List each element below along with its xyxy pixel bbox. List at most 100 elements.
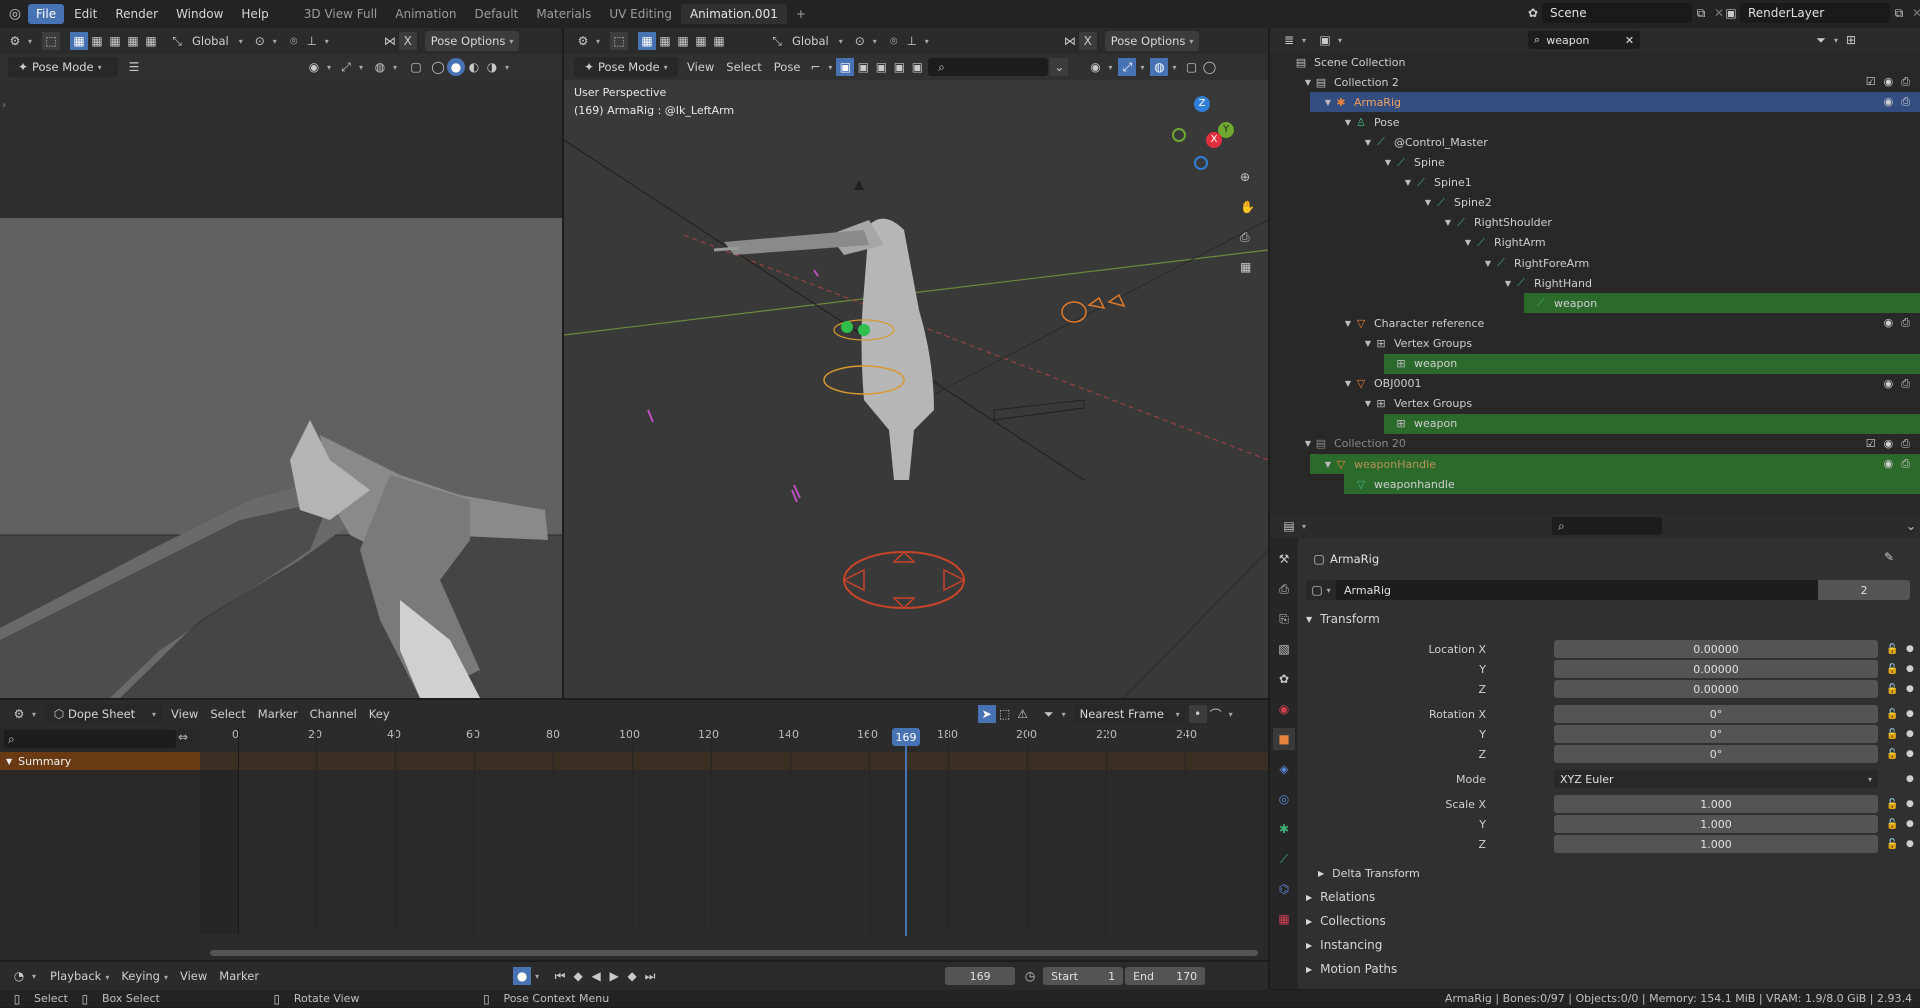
hamburger-icon[interactable]: ☰ bbox=[125, 58, 143, 76]
blender-logo-icon[interactable]: ◎ bbox=[6, 5, 24, 23]
user-count[interactable]: 2 bbox=[1818, 580, 1910, 600]
view-layer-name[interactable]: RenderLayer bbox=[1740, 3, 1890, 23]
material-shading-icon[interactable]: ◐ bbox=[465, 58, 483, 76]
orientation-dropdown[interactable]: Global bbox=[786, 34, 835, 48]
outliner-row[interactable]: ▼ ▽ OBJ0001 ◉ ⎙ bbox=[1270, 374, 1920, 394]
select-tool-icon[interactable]: ⬚ bbox=[42, 32, 61, 50]
menu-pose[interactable]: Pose bbox=[768, 60, 807, 74]
main-viewport[interactable]: ⚙ ▾ ⬚ ▦ ▦ ▦ ▦ ▦ ⤡ Global ▾ ⊙ ▾ ⌾ ⊥ ▾ ⋈ X Pos… bbox=[564, 28, 1268, 698]
filter-icon[interactable]: ▣ bbox=[872, 58, 890, 76]
menu-edit[interactable]: Edit bbox=[66, 4, 105, 24]
keyframe-dot-icon[interactable]: ● bbox=[1906, 799, 1914, 809]
horizontal-scrollbar[interactable] bbox=[210, 950, 1258, 956]
channel-search-input[interactable]: ⌕ bbox=[4, 730, 176, 748]
lock-icon[interactable]: 🔓 bbox=[1886, 819, 1898, 830]
outliner-row[interactable]: ▼ ⊞ Vertex Groups bbox=[1270, 333, 1920, 353]
render-layer-icon[interactable]: ▣ bbox=[1722, 4, 1740, 22]
expand-arrow-icon[interactable]: ▼ bbox=[1462, 238, 1474, 247]
jump-end-icon[interactable]: ⏭ bbox=[641, 967, 659, 985]
expand-arrow-icon[interactable]: ▼ bbox=[1302, 78, 1314, 87]
outliner-row[interactable]: ▼ ▤ Collection 20 ☑ ◉ ⎙ bbox=[1270, 434, 1920, 454]
filter-icon[interactable]: ▣ bbox=[890, 58, 908, 76]
outliner-row[interactable]: ▼ ⊞ Vertex Groups bbox=[1270, 394, 1920, 414]
expand-arrow-icon[interactable]: ▼ bbox=[1422, 198, 1434, 207]
checkbox-icon[interactable]: ☑ bbox=[1866, 437, 1876, 451]
expand-arrow-icon[interactable]: ▼ bbox=[1322, 460, 1334, 469]
workspace-tab-active[interactable]: Animation.001 bbox=[680, 4, 787, 24]
output-tab-icon[interactable]: ⎘ bbox=[1273, 608, 1295, 630]
keyframe-dot-icon[interactable]: ● bbox=[1906, 729, 1914, 739]
expand-arrow-icon[interactable]: ▼ bbox=[1342, 319, 1354, 328]
outliner-row[interactable]: ⟋ weapon bbox=[1270, 293, 1920, 314]
frame-ruler[interactable]: 0 20 40 60 80 100 120 140 160 180 200 22… bbox=[200, 728, 1268, 748]
outliner-row[interactable]: ▼ ✱ ArmaRig ◉ ⎙ bbox=[1270, 92, 1920, 113]
lock-icon[interactable]: 🔓 bbox=[1886, 839, 1898, 850]
object-tab-icon[interactable]: ■ bbox=[1273, 728, 1295, 750]
orientation-icon[interactable]: ⤡ bbox=[768, 32, 786, 50]
rotation-x-field[interactable]: 0° bbox=[1554, 705, 1878, 723]
rotation-mode-dropdown[interactable]: XYZ Euler ▾ bbox=[1554, 770, 1878, 788]
play-icon[interactable]: ▶ bbox=[605, 967, 623, 985]
select-mode-icon[interactable]: ▦ bbox=[710, 32, 728, 50]
texture-tab-icon[interactable]: ▦ bbox=[1273, 908, 1295, 930]
wireframe-shading-icon[interactable]: ◯ bbox=[1200, 58, 1218, 76]
expand-arrow-icon[interactable]: ▼ bbox=[1362, 339, 1374, 348]
gizmo-icon[interactable]: ⤢ bbox=[1118, 58, 1137, 76]
prev-keyframe-icon[interactable]: ◆ bbox=[569, 967, 587, 985]
eye-icon[interactable]: ◉ bbox=[1884, 75, 1894, 89]
outliner-row[interactable]: ▼ ⟋ RightShoulder bbox=[1270, 213, 1920, 233]
bone-tab-icon[interactable]: ⟋ bbox=[1273, 848, 1295, 870]
outliner-row[interactable]: ▼ ⟋ Spine bbox=[1270, 153, 1920, 173]
select-mode-icon[interactable]: ▦ bbox=[124, 32, 142, 50]
editor-type-icon[interactable]: ≣ bbox=[1280, 31, 1298, 49]
eye-icon[interactable]: ◉ bbox=[1884, 457, 1894, 471]
filter-icon[interactable]: ▣ bbox=[836, 58, 855, 76]
proportional-icon[interactable]: • bbox=[1188, 705, 1207, 723]
menu-marker[interactable]: Marker bbox=[252, 707, 304, 721]
render-shading-icon[interactable]: ◑ bbox=[483, 58, 501, 76]
zoom-icon[interactable]: ⊕ bbox=[1240, 170, 1250, 184]
close-icon[interactable]: ✕ bbox=[1908, 4, 1920, 22]
expand-arrow-icon[interactable]: ▼ bbox=[1382, 158, 1394, 167]
filter-icon[interactable]: ⏷ bbox=[1812, 31, 1830, 49]
curve-icon[interactable]: ⌒ bbox=[1207, 705, 1225, 723]
xray-icon[interactable]: ▢ bbox=[407, 58, 425, 76]
lock-icon[interactable]: 🔓 bbox=[1886, 684, 1898, 695]
errors-icon[interactable]: ⚠ bbox=[1014, 705, 1032, 723]
menu-view[interactable]: View bbox=[681, 60, 720, 74]
scale-x-field[interactable]: 1.000 bbox=[1554, 795, 1878, 813]
location-y-field[interactable]: 0.00000 bbox=[1554, 660, 1878, 678]
workspace-tab[interactable]: Animation bbox=[386, 4, 465, 24]
outliner-row[interactable]: ▤ Scene Collection bbox=[1270, 52, 1920, 72]
menu-help[interactable]: Help bbox=[233, 4, 276, 24]
menu-window[interactable]: Window bbox=[168, 4, 231, 24]
new-collection-icon[interactable]: ⊞ bbox=[1842, 31, 1860, 49]
navigation-gizmo[interactable]: Z Y X bbox=[1164, 96, 1244, 176]
keyframe-dot-icon[interactable]: ● bbox=[1906, 749, 1914, 759]
workspace-tab[interactable]: Default bbox=[465, 4, 527, 24]
lock-icon[interactable]: 🔓 bbox=[1886, 799, 1898, 810]
snap-target-icon[interactable]: ⊥ bbox=[303, 32, 321, 50]
play-reverse-icon[interactable]: ◀ bbox=[587, 967, 605, 985]
editor-type-icon[interactable]: ⚙ bbox=[574, 32, 592, 50]
record-icon[interactable]: ● bbox=[513, 967, 532, 985]
menu-select[interactable]: Select bbox=[204, 707, 251, 721]
playhead-line[interactable] bbox=[905, 746, 907, 936]
menu-channel[interactable]: Channel bbox=[304, 707, 363, 721]
eye-icon[interactable]: ◉ bbox=[1884, 377, 1894, 391]
mode-dropdown[interactable]: ✦ Pose Mode ▾ bbox=[8, 57, 118, 77]
expand-arrow-icon[interactable]: ▼ bbox=[1342, 379, 1354, 388]
x-axis-icon[interactable]: X bbox=[398, 32, 417, 50]
lock-icon[interactable]: 🔓 bbox=[1886, 644, 1898, 655]
scale-y-field[interactable]: 1.000 bbox=[1554, 815, 1878, 833]
neg-y-axis-icon[interactable] bbox=[1172, 128, 1186, 142]
object-name-field[interactable]: ArmaRig bbox=[1336, 580, 1818, 600]
visibility-icon[interactable]: ◉ bbox=[1086, 58, 1104, 76]
snap-icon[interactable]: ⌾ bbox=[285, 32, 303, 50]
display-mode-icon[interactable]: ▣ bbox=[1316, 31, 1334, 49]
expand-arrow-icon[interactable]: ▼ bbox=[1362, 399, 1374, 408]
relations-panel-header[interactable]: ▶ Relations bbox=[1306, 886, 1826, 908]
pin-icon[interactable]: ✎ bbox=[1884, 550, 1894, 564]
keyframe-dot-icon[interactable]: ● bbox=[1906, 644, 1914, 654]
gizmo-icon[interactable]: ⤢ bbox=[337, 58, 355, 76]
